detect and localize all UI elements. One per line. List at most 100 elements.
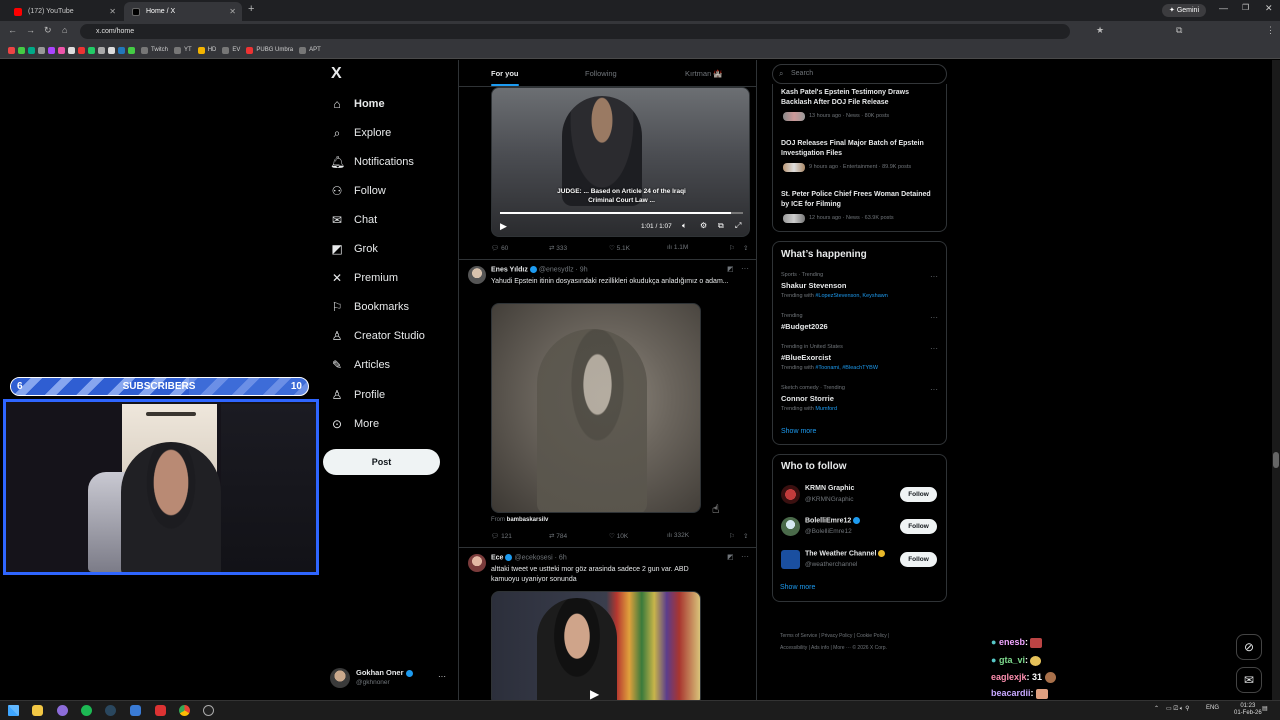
views-button[interactable]: ılı 332K <box>667 532 689 539</box>
reload-icon[interactable]: ↻ <box>44 25 52 36</box>
follow-button[interactable]: Follow <box>900 519 937 534</box>
bookmark-pubg[interactable]: PUBG Umbra <box>246 46 293 54</box>
nav-notifications[interactable]: 🔔︎ Notifications <box>330 151 414 173</box>
follow-button[interactable]: Follow <box>900 552 937 567</box>
footer-links[interactable]: Terms of Service | Privacy Policy | Cook… <box>780 633 889 639</box>
repost-button[interactable]: ⇄ 333 <box>549 244 567 252</box>
news-item-title[interactable]: Kash Patel's Epstein Testimony Draws Bac… <box>781 88 931 107</box>
app-icon[interactable] <box>130 705 141 716</box>
x-logo[interactable]: X <box>331 65 342 83</box>
tab-youtube[interactable]: (172) YouTube ✕ <box>6 2 122 21</box>
tray-icons[interactable]: ▭ ⎚ 🔈︎ ⚲ <box>1166 705 1189 713</box>
tweet-video[interactable]: JUDGE: ... Based on Article 24 of the Ir… <box>491 87 750 237</box>
back-icon[interactable]: ← <box>8 25 17 35</box>
avatar[interactable] <box>781 550 800 569</box>
more-icon[interactable]: ··· <box>930 272 938 281</box>
trend-name[interactable]: #BlueExorcist <box>781 353 831 362</box>
tab-x-home[interactable]: Home / X ✕ <box>124 2 242 21</box>
extensions-icon[interactable]: ⧉ <box>1176 25 1182 36</box>
home-icon[interactable]: ⌂ <box>62 25 67 35</box>
windows-start-icon[interactable] <box>8 705 19 716</box>
bookmark-yt[interactable]: YT <box>174 46 192 54</box>
bookmark-twitch[interactable]: Twitch <box>141 46 168 54</box>
like-button[interactable]: ♡ 10K <box>609 532 628 540</box>
notification-icon[interactable]: ▤ <box>1262 705 1268 712</box>
like-button[interactable]: ♡ 5.1K <box>609 244 630 252</box>
play-icon[interactable]: ▶ <box>590 687 599 700</box>
scrollbar-thumb[interactable] <box>1273 452 1279 468</box>
grok-icon[interactable]: ◩ <box>727 553 734 561</box>
scrollbar[interactable] <box>1272 60 1280 700</box>
trend-name[interactable]: #Budget2026 <box>781 322 828 331</box>
maximize-icon[interactable]: ❐ <box>1242 3 1249 12</box>
more-icon[interactable]: ··· <box>930 385 938 394</box>
gemini-button[interactable]: ✦ Gemini <box>1162 4 1207 17</box>
obs-icon[interactable] <box>203 705 214 716</box>
close-icon[interactable]: ✕ <box>109 7 116 16</box>
nav-premium[interactable]: ✕ Premium <box>330 267 398 289</box>
nav-articles[interactable]: ✎ Articles <box>330 354 390 376</box>
tweet-video[interactable]: ▶ <box>491 591 701 700</box>
news-item-title[interactable]: St. Peter Police Chief Frees Woman Detai… <box>781 190 931 209</box>
author-handle[interactable]: @enesydlz <box>539 266 574 273</box>
clock[interactable]: 01:23 01-Feb-26 <box>1234 703 1262 717</box>
tweet-video[interactable] <box>491 303 701 513</box>
grok-icon[interactable]: ◩ <box>727 265 734 273</box>
follow-button[interactable]: Follow <box>900 487 937 502</box>
url-field[interactable]: x.com/home <box>80 24 1070 39</box>
author-name[interactable]: Enes Yıldız <box>491 266 528 273</box>
bookmark-icon[interactable]: ⚐ <box>729 532 735 540</box>
avatar[interactable] <box>468 266 486 284</box>
volume-icon[interactable]: 🔈︎ <box>682 221 687 231</box>
views-button[interactable]: ılı 1.1M <box>667 244 688 251</box>
minimize-icon[interactable]: — <box>1219 3 1228 13</box>
more-icon[interactable]: ··· <box>930 313 938 322</box>
tab-following[interactable]: Following <box>585 69 617 78</box>
trend-name[interactable]: Connor Storrie <box>781 394 834 403</box>
show-more-link[interactable]: Show more <box>781 428 816 435</box>
nav-grok[interactable]: ◩ Grok <box>330 238 378 260</box>
more-icon[interactable]: ··· <box>741 552 749 561</box>
author-handle[interactable]: @ecekosesi <box>514 554 552 561</box>
settings-icon[interactable]: ⚙ <box>700 221 707 230</box>
follow-suggestion-name[interactable]: BolelliEmre12 <box>805 517 862 524</box>
nav-chat[interactable]: ✉ Chat <box>330 209 377 231</box>
language-indicator[interactable]: ENG <box>1206 705 1219 711</box>
app-icon[interactable] <box>155 705 166 716</box>
more-icon[interactable]: ··· <box>930 344 938 353</box>
footer-links[interactable]: Accessibility | Ads info | More ··· © 20… <box>780 645 887 651</box>
repost-button[interactable]: ⇄ 784 <box>549 532 567 540</box>
author-name[interactable]: Ece <box>491 554 503 561</box>
bookmark-apt[interactable]: APT <box>299 46 321 54</box>
steam-icon[interactable] <box>105 705 116 716</box>
pip-icon[interactable]: ⧉ <box>718 221 724 231</box>
forward-icon[interactable]: → <box>26 25 35 35</box>
post-button[interactable]: Post <box>323 449 440 475</box>
tab-for-you[interactable]: For you <box>491 69 519 78</box>
reply-button[interactable]: 💬︎ 121 <box>491 532 512 540</box>
nav-explore[interactable]: ⌕ Explore <box>330 122 392 144</box>
nav-bookmarks[interactable]: ⚐ Bookmarks <box>330 296 409 318</box>
messages-float-button[interactable]: ✉ <box>1236 667 1262 693</box>
bookmark-hd[interactable]: HD <box>197 46 216 54</box>
account-switcher[interactable]: Gokhan Oner @gkhnoner ··· <box>330 666 448 690</box>
chrome-icon[interactable] <box>179 705 190 716</box>
tab-kirtman[interactable]: Kırtman 🏰 <box>685 69 723 78</box>
nav-home[interactable]: ⌂ Home <box>330 93 384 115</box>
play-icon[interactable]: ▶ <box>500 221 507 232</box>
avatar[interactable] <box>781 485 800 504</box>
show-more-link[interactable]: Show more <box>780 584 815 591</box>
follow-suggestion-name[interactable]: KRMN Graphic <box>805 485 854 492</box>
star-icon[interactable]: ★ <box>1096 25 1104 36</box>
close-icon[interactable]: ✕ <box>229 7 236 16</box>
share-icon[interactable]: ⇪ <box>743 532 748 540</box>
app-icon[interactable] <box>57 705 68 716</box>
close-window-icon[interactable]: ✕ <box>1265 3 1273 14</box>
avatar[interactable] <box>468 554 486 572</box>
new-tab-button[interactable]: + <box>248 3 254 15</box>
tray-chevron-icon[interactable]: ⌃ <box>1154 705 1159 712</box>
share-icon[interactable]: ⇪ <box>743 244 748 252</box>
follow-suggestion-name[interactable]: The Weather Channel <box>805 550 887 557</box>
news-item-title[interactable]: DOJ Releases Final Major Batch of Epstei… <box>781 139 931 158</box>
account-menu-icon[interactable]: ··· <box>438 672 446 681</box>
